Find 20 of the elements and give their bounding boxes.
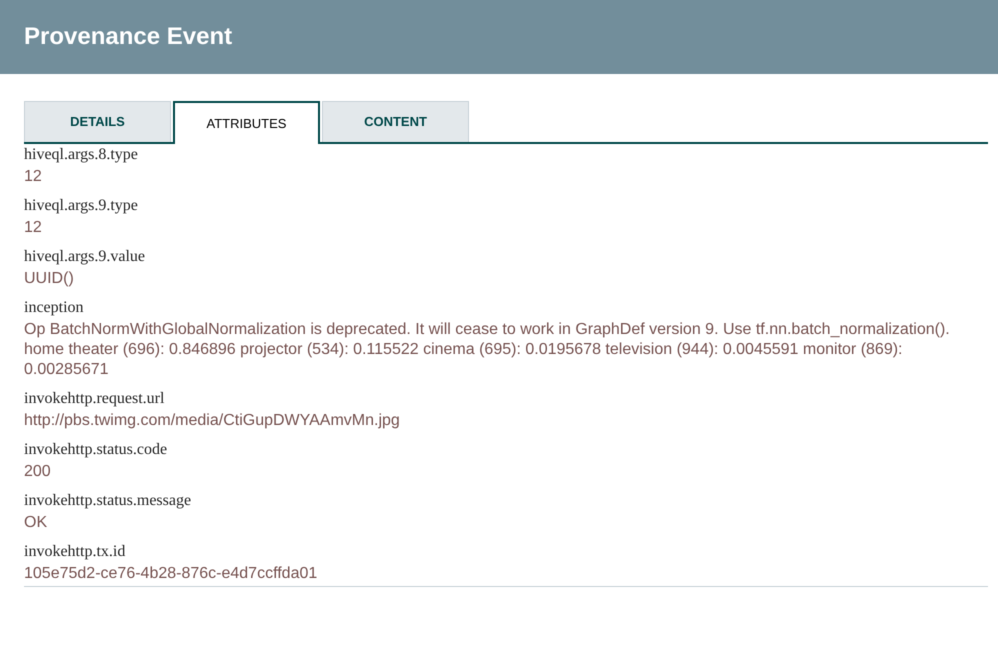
attribute-value: 12 xyxy=(24,218,43,238)
attribute-name: hiveql.args.9.value xyxy=(24,247,146,267)
attribute-value: UUID() xyxy=(24,269,75,289)
attribute-value: 105e75d2-ce76-4b28-876c-e4d7ccffda01 xyxy=(24,564,318,584)
attribute-value: Op BatchNormWithGlobalNormalization is deprecated. It will cease to work in GraphDef version 9. Use tf.nn.batch_normalization(). home theater (696): 0.846896 projector (534): 0.115522 cinema (695): 0.0195678 television (944): 0.0045591 monitor (869): 0.00285671 xyxy=(24,320,951,380)
attribute-name: invokehttp.status.code xyxy=(24,440,168,460)
attribute-name: invokehttp.request.url xyxy=(24,389,166,409)
attribute-value: 12 xyxy=(24,167,43,187)
attribute-value: OK xyxy=(24,513,48,533)
tab[interactable]: CONTENT xyxy=(322,101,469,142)
tab[interactable]: DETAILS xyxy=(24,101,171,142)
attribute-name: hiveql.args.8.type xyxy=(24,145,139,165)
attribute-value: http://pbs.twimg.com/media/CtiGupDWYAAmvMn.jpg xyxy=(24,411,401,431)
attribute-value: 200 xyxy=(24,462,52,482)
attribute-name: invokehttp.status.message xyxy=(24,491,192,511)
tab[interactable]: ATTRIBUTES xyxy=(173,101,320,144)
attribute-name: inception xyxy=(24,298,85,318)
dialog-title: Provenance Event xyxy=(24,22,232,52)
attribute-name: hiveql.args.9.type xyxy=(24,196,139,216)
attribute-name: invokehttp.tx.id xyxy=(24,542,126,562)
